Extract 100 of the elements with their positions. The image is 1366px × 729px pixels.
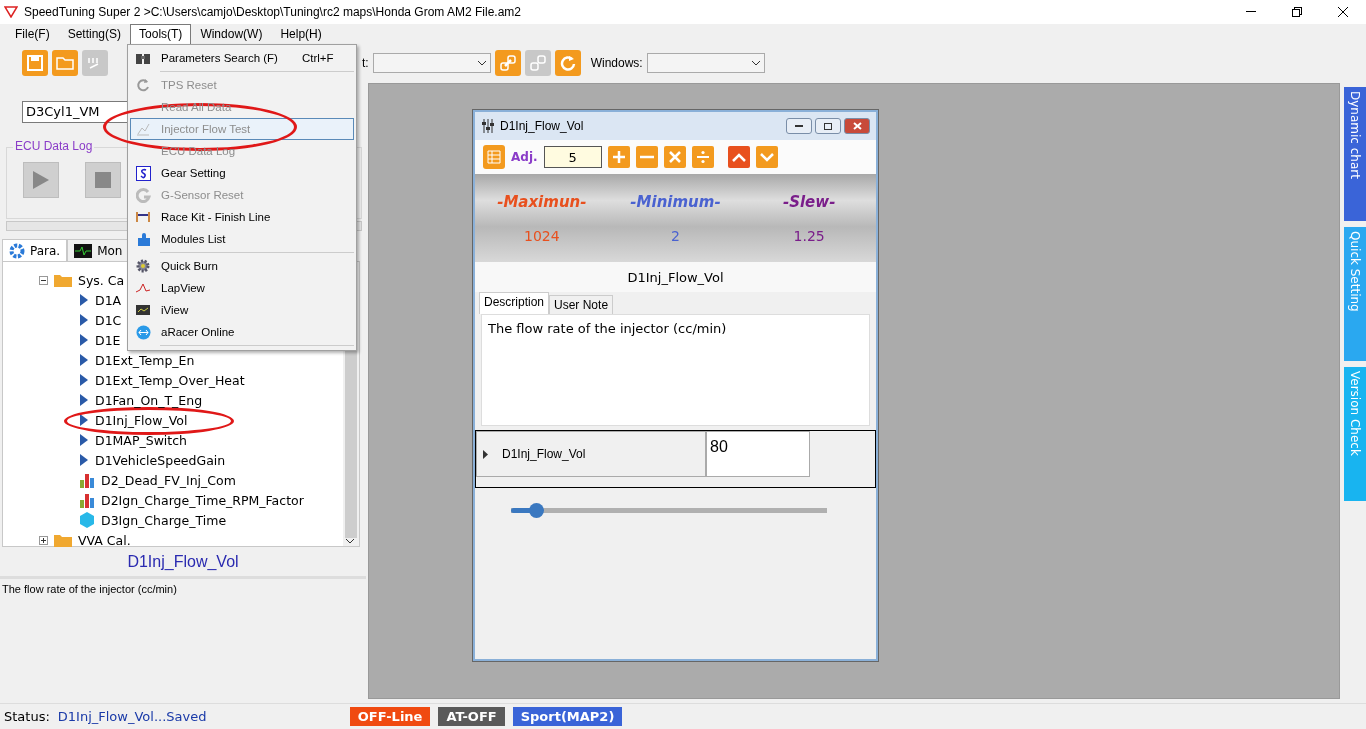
triangle-icon	[79, 293, 89, 307]
side-tab[interactable]: Dynamic chart	[1344, 87, 1366, 221]
minimize-icon	[1246, 11, 1256, 13]
expand-icon[interactable]	[39, 535, 48, 545]
chart-icon	[136, 122, 150, 136]
refresh-icon	[136, 78, 150, 92]
down-button[interactable]	[755, 146, 778, 168]
menu-entry[interactable]: Parameters Search (F) Ctrl+F	[130, 47, 354, 69]
tree-item[interactable]: D1A	[95, 292, 122, 308]
save-icon[interactable]	[22, 50, 48, 76]
adj-label: Adj.	[511, 150, 538, 164]
tree-item[interactable]: D2Ign_Charge_Time_RPM_Factor	[101, 492, 304, 508]
sliders-icon	[481, 119, 495, 133]
refresh-icon[interactable]	[554, 50, 581, 76]
status-label: Status:	[4, 709, 50, 724]
play-button[interactable]	[23, 162, 59, 198]
tree-item[interactable]: D1E	[95, 332, 121, 348]
menu-entry[interactable]: Modules List	[130, 228, 354, 250]
bar-chart-icon	[79, 472, 95, 488]
description-tab[interactable]: Description	[479, 292, 550, 314]
row-label: D1Inj_Flow_Vol	[502, 447, 586, 461]
gear-icon	[135, 258, 151, 274]
menu-entry[interactable]: iView	[130, 299, 354, 321]
binary-icon[interactable]	[82, 50, 108, 76]
tree-item[interactable]: D1Ext_Temp_Over_Heat	[95, 372, 245, 388]
chevron-up-icon	[731, 152, 746, 162]
port-combo[interactable]	[372, 53, 491, 73]
stop-button[interactable]	[85, 162, 121, 198]
spreadsheet-icon[interactable]	[483, 145, 505, 169]
collapse-icon[interactable]	[39, 275, 48, 285]
unlink-icon[interactable]	[524, 50, 551, 76]
finish-line-icon	[135, 212, 151, 222]
triangle-icon	[79, 413, 89, 427]
menu-entry[interactable]: Race Kit - Finish Line	[130, 206, 354, 228]
folder-open-icon[interactable]	[52, 50, 78, 76]
monitor-icon	[74, 243, 93, 258]
limit-label: -Slew-	[782, 192, 836, 211]
bar-chart-icon	[79, 492, 95, 508]
menu-item[interactable]: File(F)	[6, 24, 59, 45]
triangle-icon	[79, 453, 89, 467]
menu-entry[interactable]: Gear Setting	[130, 162, 354, 184]
folder-icon	[54, 533, 72, 547]
row-marker-icon	[483, 449, 488, 459]
chevron-down-icon	[759, 152, 774, 162]
menu-item[interactable]: Help(H)	[271, 24, 331, 45]
windows-combo[interactable]	[646, 53, 765, 73]
panel-tab[interactable]: Para.	[2, 239, 68, 261]
parameter-heading: D1Inj_Flow_Vol	[127, 552, 239, 571]
link-icon[interactable]	[494, 50, 521, 76]
menu-item[interactable]: Setting(S)	[58, 24, 131, 45]
menu-entry[interactable]: LapView	[130, 277, 354, 299]
group-title: ECU Data Log	[13, 139, 95, 153]
tree-item[interactable]: D1VehicleSpeedGain	[95, 452, 226, 468]
triangle-icon	[79, 433, 89, 447]
status-message: D1Inj_Flow_Vol...Saved	[57, 709, 208, 724]
stop-icon	[95, 172, 111, 188]
menu-item[interactable]: Tools(T)	[130, 24, 192, 45]
limit-value: 1024	[524, 227, 560, 244]
value-cell[interactable]: 80	[706, 431, 810, 477]
minimize-button[interactable]	[786, 118, 812, 134]
description-tab[interactable]: User Note	[549, 295, 614, 314]
binoculars-icon	[135, 51, 151, 65]
tree-item[interactable]: D1C	[95, 312, 122, 328]
menu-entry[interactable]: Quick Burn	[130, 255, 354, 277]
divide-button[interactable]	[691, 146, 714, 168]
triangle-icon	[79, 373, 89, 387]
triangle-icon	[79, 353, 89, 367]
plus-button[interactable]	[607, 146, 630, 168]
up-button[interactable]	[727, 146, 750, 168]
panel-tab[interactable]: Mon	[67, 239, 130, 261]
tree-item[interactable]: D3Ign_Charge_Time	[101, 512, 227, 528]
divide-icon	[695, 150, 710, 164]
play-icon	[32, 170, 50, 190]
maximize-icon	[824, 122, 832, 130]
hexagon-icon	[79, 512, 95, 528]
multiply-button[interactable]	[663, 146, 686, 168]
status-badge: Sport(MAP2)	[512, 707, 623, 726]
tree-item[interactable]: Sys. Ca	[78, 272, 125, 288]
minus-icon	[639, 155, 654, 159]
triangle-icon	[79, 313, 89, 327]
close-button[interactable]	[844, 118, 870, 134]
tree-item[interactable]: D1MAP_Switch	[95, 432, 188, 448]
maximize-button[interactable]	[815, 118, 841, 134]
online-icon	[135, 324, 151, 340]
tree-item[interactable]: D2_Dead_FV_Inj_Com	[101, 472, 236, 488]
tree-item[interactable]: D1Fan_On_T_Eng	[95, 392, 203, 408]
tree-item[interactable]: D1Ext_Temp_En	[95, 352, 195, 368]
limit-value: 2	[671, 227, 680, 244]
puzzle-icon	[135, 231, 151, 247]
adj-field[interactable]: 5	[543, 146, 602, 168]
menu-item[interactable]: Window(W)	[191, 24, 272, 45]
tree-item[interactable]: VVA Cal.	[78, 532, 131, 548]
limit-label: -Minimum-	[630, 192, 721, 211]
tree-item[interactable]: D1Inj_Flow_Vol	[95, 412, 188, 428]
menu-entry[interactable]: aRacer Online	[130, 321, 354, 343]
monitor-icon	[135, 303, 151, 317]
g-icon	[135, 187, 151, 203]
minus-button[interactable]	[635, 146, 658, 168]
restore-icon	[1292, 7, 1302, 17]
slider-thumb[interactable]	[529, 503, 545, 518]
